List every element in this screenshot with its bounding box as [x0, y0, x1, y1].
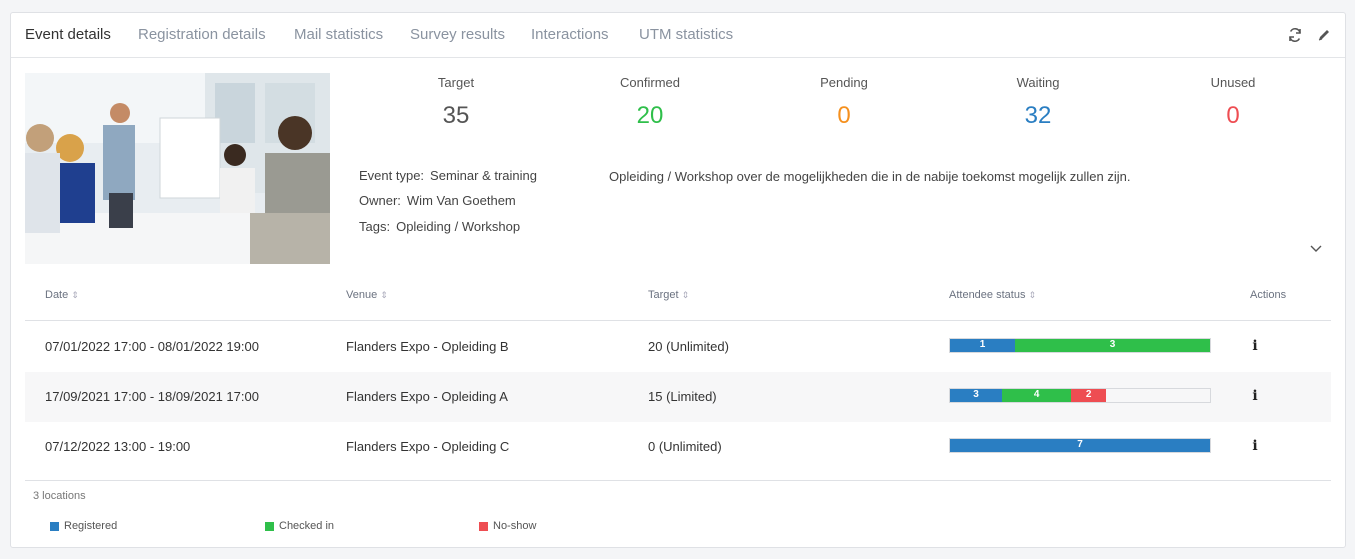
- tab-utm-statistics[interactable]: UTM statistics: [639, 26, 733, 43]
- stat-value: 0: [837, 102, 851, 129]
- legend-registered: Registered: [50, 520, 117, 532]
- stat-label: Waiting: [1016, 75, 1060, 90]
- legend-swatch: [265, 521, 274, 531]
- sort-icon: ⇕: [71, 290, 79, 300]
- locations-count: 3 locations: [33, 490, 86, 502]
- tab-survey-results[interactable]: Survey results: [410, 26, 505, 43]
- stat-label: Pending: [820, 75, 868, 90]
- stat-value: 35: [442, 102, 470, 129]
- info-icon[interactable]: i: [1251, 338, 1259, 354]
- cell-target: 15 (Limited): [648, 389, 717, 404]
- event-type: Event type: Seminar & training: [359, 168, 537, 183]
- refresh-icon[interactable]: [1287, 27, 1303, 43]
- legend-no-show: No-show: [479, 520, 536, 532]
- chevron-down-icon[interactable]: [1309, 241, 1323, 255]
- column-header-attendee-status[interactable]: Attendee status ⇕: [949, 289, 1036, 301]
- sort-icon: ⇕: [1028, 290, 1036, 300]
- table-row: 07/01/2022 17:00 - 08/01/2022 19:00 Flan…: [25, 322, 1331, 372]
- stat-value: 0: [1226, 102, 1240, 129]
- table-header-divider: [25, 320, 1331, 321]
- attendee-status-bar: 7: [949, 438, 1211, 453]
- stat-value: 20: [636, 102, 664, 129]
- cell-venue: Flanders Expo - Opleiding C: [346, 439, 510, 454]
- event-type-label: Event type:: [359, 168, 425, 183]
- legend-label: Registered: [64, 520, 118, 532]
- column-header-label: Date: [45, 289, 69, 301]
- status-segment-checked-in: 3: [1015, 339, 1210, 352]
- cell-venue: Flanders Expo - Opleiding B: [346, 339, 509, 354]
- tab-interactions[interactable]: Interactions: [531, 26, 609, 43]
- table-footer-divider: [25, 480, 1331, 481]
- column-header-venue[interactable]: Venue ⇕: [346, 289, 388, 301]
- status-segment-registered: 1: [950, 339, 1015, 352]
- cell-target: 0 (Unlimited): [648, 439, 722, 454]
- owner-label: Owner:: [359, 193, 401, 208]
- legend-swatch: [50, 521, 59, 531]
- cell-date: 17/09/2021 17:00 - 18/09/2021 17:00: [45, 389, 259, 404]
- column-header-label: Attendee status: [949, 289, 1026, 301]
- status-segment-registered: 7: [950, 439, 1210, 452]
- legend-label: No-show: [493, 520, 537, 532]
- status-segment-checked-in: 4: [1002, 389, 1072, 402]
- attendee-status-bar: 13: [949, 338, 1211, 353]
- tab-mail-statistics[interactable]: Mail statistics: [294, 26, 383, 43]
- cell-venue: Flanders Expo - Opleiding A: [346, 389, 508, 404]
- stat-label: Unused: [1210, 75, 1256, 90]
- stat-label: Target: [437, 75, 475, 90]
- column-header-label: Venue: [346, 289, 378, 301]
- sort-icon: ⇕: [681, 290, 690, 300]
- cell-target: 20 (Unlimited): [648, 339, 729, 354]
- event-photo: [25, 73, 330, 264]
- stat-value: 32: [1024, 102, 1052, 129]
- stat-unused: Unused 0: [1153, 75, 1313, 130]
- tab-bar: Event details Registration details Mail …: [11, 13, 1345, 58]
- tags: Tags: Opleiding / Workshop: [359, 219, 520, 234]
- event-type-value: Seminar & training: [430, 168, 537, 183]
- stat-confirmed: Confirmed 20: [570, 75, 730, 130]
- cell-date: 07/01/2022 17:00 - 08/01/2022 19:00: [45, 339, 259, 354]
- legend-checked-in: Checked in: [265, 520, 334, 532]
- column-header-target[interactable]: Target ⇕: [648, 289, 689, 301]
- column-header-date[interactable]: Date ⇕: [45, 289, 79, 301]
- info-icon[interactable]: i: [1251, 438, 1259, 454]
- pencil-icon[interactable]: [1316, 27, 1332, 43]
- stat-target: Target 35: [376, 75, 536, 130]
- tab-registration-details[interactable]: Registration details: [138, 26, 266, 43]
- tags-label: Tags:: [359, 219, 391, 234]
- stat-waiting: Waiting 32: [958, 75, 1118, 130]
- table-row: 17/09/2021 17:00 - 18/09/2021 17:00 Flan…: [25, 372, 1331, 422]
- column-header-label: Target: [648, 289, 679, 301]
- info-icon[interactable]: i: [1251, 388, 1259, 404]
- tab-event-details[interactable]: Event details: [25, 26, 111, 43]
- status-segment-registered: 3: [950, 389, 1002, 402]
- owner-value: Wim Van Goethem: [406, 193, 516, 208]
- stat-label: Confirmed: [620, 75, 680, 90]
- legend-swatch: [479, 521, 488, 531]
- tags-value: Opleiding / Workshop: [396, 219, 521, 234]
- event-description: Opleiding / Workshop over de mogelijkhed…: [609, 169, 1131, 184]
- event-details-card: Event details Registration details Mail …: [10, 12, 1346, 548]
- sort-icon: ⇕: [380, 290, 388, 300]
- owner: Owner: Wim Van Goethem: [359, 193, 516, 208]
- stat-pending: Pending 0: [764, 75, 924, 130]
- cell-date: 07/12/2022 13:00 - 19:00: [45, 439, 191, 454]
- table-row: 07/12/2022 13:00 - 19:00 Flanders Expo -…: [25, 422, 1331, 472]
- legend-label: Checked in: [279, 520, 335, 532]
- attendee-status-bar: 342: [949, 388, 1211, 403]
- column-header-actions: Actions: [1250, 289, 1287, 301]
- status-segment-no-show: 2: [1071, 389, 1106, 402]
